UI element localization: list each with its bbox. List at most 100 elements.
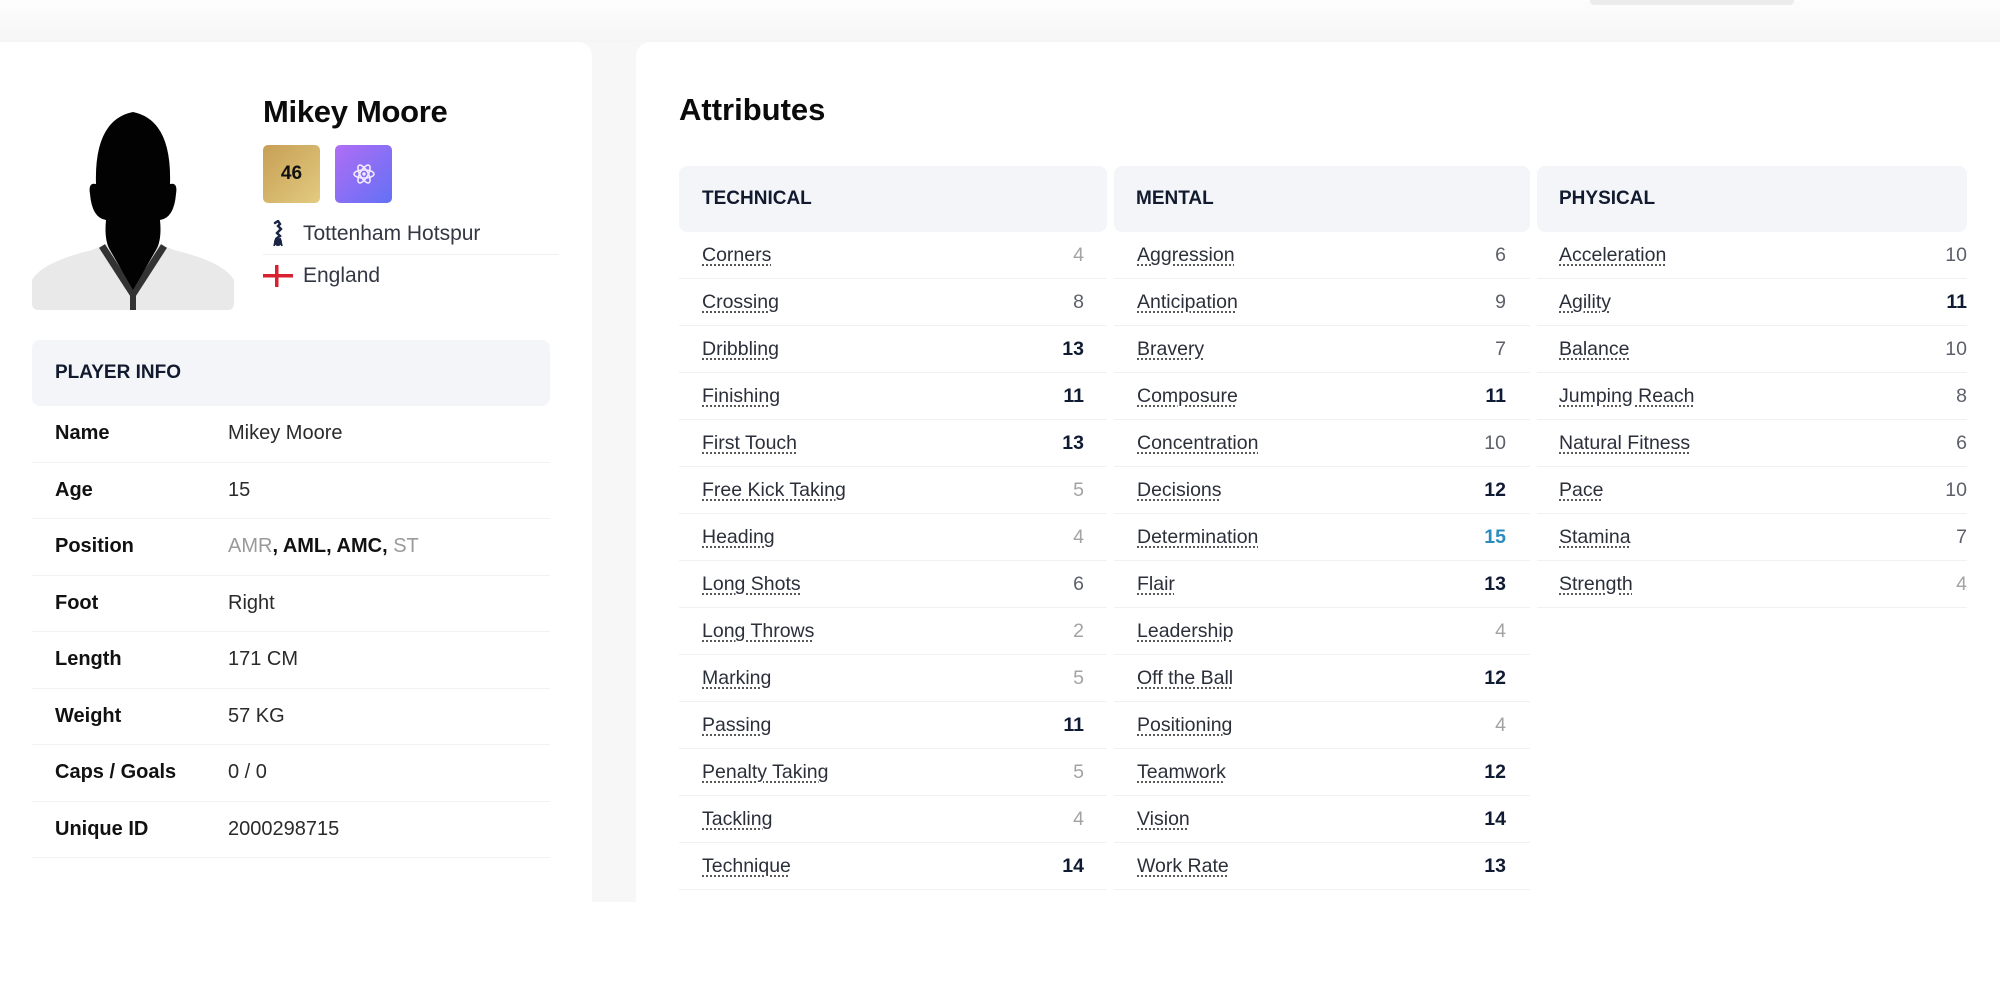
position-code: ST [393,535,419,558]
info-value: 0 / 0 [228,761,267,784]
attribute-value: 4 [1956,572,1967,595]
attribute-name[interactable]: Corners [702,244,771,267]
attribute-name[interactable]: Decisions [1137,479,1222,502]
position-code: AMC [336,535,383,558]
attribute-name[interactable]: Vision [1137,808,1190,831]
attribute-name[interactable]: Determination [1137,526,1258,549]
attribute-name[interactable]: Penalty Taking [702,761,828,784]
attribute-name[interactable]: Composure [1137,385,1238,408]
attribute-value: 13 [1484,572,1506,595]
player-info-table: PLAYER INFO Name Mikey Moore Age 15 Posi… [32,340,550,904]
info-label: Name [55,422,110,445]
attribute-name[interactable]: Off the Ball [1137,667,1233,690]
attribute-name[interactable]: Dribbling [702,338,779,361]
attribute-name[interactable]: Natural Fitness [1559,432,1690,455]
attribute-group-heading: PHYSICAL [1537,166,1967,232]
attribute-row: Decisions 12 [1114,467,1530,514]
attribute-value: 12 [1484,760,1506,783]
attribute-name[interactable]: Tackling [702,808,772,831]
attribute-name[interactable]: Finishing [702,385,780,408]
attribute-value: 10 [1945,337,1967,360]
attribute-name[interactable]: Flair [1137,573,1175,596]
attribute-value: 11 [1485,384,1506,407]
attribute-name[interactable]: Marking [702,667,771,690]
attribute-name[interactable]: Teamwork [1137,761,1226,784]
attribute-row: Free Kick Taking 5 [679,467,1107,514]
info-row-name: Name Mikey Moore [32,406,550,463]
attribute-value: 4 [1073,243,1084,266]
position-code: AML [282,535,327,558]
attribute-value: 7 [1495,337,1506,360]
attribute-group-heading: TECHNICAL [679,166,1107,232]
attribute-row: Pace 10 [1537,467,1967,514]
club-name[interactable]: Tottenham Hotspur [303,222,480,246]
attribute-name[interactable]: Free Kick Taking [702,479,846,502]
attribute-name[interactable]: Pace [1559,479,1603,502]
info-label: Position [55,535,134,558]
attribute-row: Corners 4 [679,232,1107,279]
attribute-group-heading: MENTAL [1114,166,1530,232]
player-silhouette-icon [32,90,234,310]
attribute-row: Positioning 4 [1114,702,1530,749]
attribute-value: 13 [1062,431,1084,454]
attribute-value: 13 [1484,854,1506,877]
info-value: Right [228,591,275,614]
attribute-name[interactable]: Crossing [702,291,779,314]
attribute-row: Strength 4 [1537,561,1967,608]
attribute-name[interactable]: Passing [702,714,771,737]
attribute-name[interactable]: Stamina [1559,526,1631,549]
attribute-row: Passing 11 [679,702,1107,749]
attribute-name[interactable]: First Touch [702,432,797,455]
info-label: Weight [55,704,122,727]
attribute-name[interactable]: Work Rate [1137,855,1229,878]
attribute-value: 5 [1073,478,1084,501]
attribute-row: Concentration 10 [1114,420,1530,467]
attribute-name[interactable]: Aggression [1137,244,1235,267]
attribute-name[interactable]: Concentration [1137,432,1258,455]
attribute-row: Determination 15 [1114,514,1530,561]
attribute-value: 15 [1484,525,1506,548]
nationality-row[interactable]: England [263,255,559,297]
attribute-name[interactable]: Anticipation [1137,291,1238,314]
attribute-name[interactable]: Strength [1559,573,1633,596]
attribute-value: 5 [1073,760,1084,783]
info-label: Unique ID [55,817,149,840]
attribute-name[interactable]: Agility [1559,291,1611,314]
attribute-value: 14 [1062,854,1084,877]
attribute-name[interactable]: Long Shots [702,573,801,596]
attribute-value: 4 [1073,807,1084,830]
attribute-name[interactable]: Positioning [1137,714,1232,737]
attribute-list: Aggression 6 Anticipation 9 Bravery 7 Composur… [1114,232,1530,890]
potential-ability-badge[interactable] [335,145,392,203]
attribute-value: 8 [1956,384,1967,407]
attribute-name[interactable]: Acceleration [1559,244,1666,267]
top-bar [0,0,2000,42]
info-value: 2000298715 [228,817,340,840]
attribute-row: Flair 13 [1114,561,1530,608]
attribute-name[interactable]: Long Throws [702,620,814,643]
top-bar-element [1590,0,1794,5]
club-row[interactable]: Tottenham Hotspur [263,213,559,255]
attribute-row: Leadership 4 [1114,608,1530,655]
ability-badges: 46 [263,145,559,203]
attribute-value: 10 [1945,243,1967,266]
attribute-name[interactable]: Leadership [1137,620,1234,643]
attribute-name[interactable]: Jumping Reach [1559,385,1695,408]
england-flag-icon [263,265,293,287]
position-separator: , [382,535,394,558]
position-separator: , [272,535,283,558]
current-ability-badge[interactable]: 46 [263,145,320,203]
attribute-name[interactable]: Technique [702,855,791,878]
attribute-row: Dribbling 13 [679,326,1107,373]
attribute-name[interactable]: Bravery [1137,338,1204,361]
attribute-row: First Touch 13 [679,420,1107,467]
attribute-row: Technique 14 [679,843,1107,890]
attribute-value: 5 [1073,666,1084,689]
attribute-value: 6 [1956,431,1967,454]
attribute-name[interactable]: Balance [1559,338,1629,361]
info-value: Mikey Moore [228,422,343,445]
attribute-row: Off the Ball 12 [1114,655,1530,702]
attribute-name[interactable]: Heading [702,526,775,549]
attribute-value: 10 [1484,431,1506,454]
nationality-name[interactable]: England [303,264,380,288]
